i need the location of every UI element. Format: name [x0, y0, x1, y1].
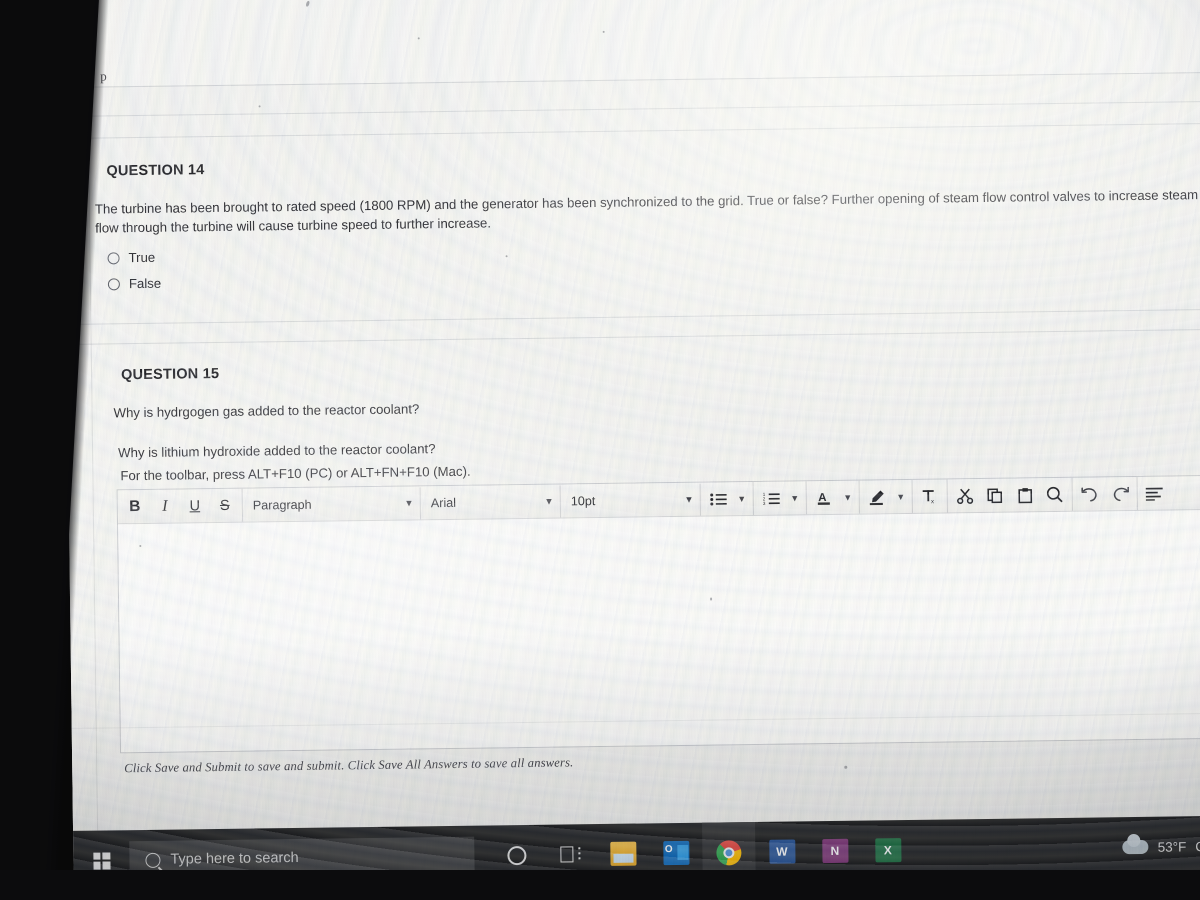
chevron-down-icon: ▾ — [406, 497, 412, 510]
chevron-down-icon: ▾ — [546, 495, 552, 508]
divider-q15-top — [66, 328, 1200, 345]
text-color-icon[interactable]: A — [809, 481, 839, 513]
radio-button-false[interactable] — [107, 277, 120, 290]
cloud-icon — [1122, 839, 1149, 855]
photographed-screen: p QUESTION 14 The turbine has been broug… — [0, 0, 1200, 900]
lms-exam-page: p QUESTION 14 The turbine has been broug… — [62, 0, 1200, 831]
save-instructions: Click Save and Submit to save and submit… — [124, 755, 574, 776]
divider-above-q14 — [63, 100, 1200, 117]
toolbar-group-highlight: ▾ — [859, 479, 913, 514]
taskbar-app-icons: W N X — [490, 820, 915, 886]
copy-icon[interactable] — [980, 479, 1010, 511]
excel-icon: X — [874, 838, 902, 863]
paragraph-style-select[interactable]: Paragraph ▾ — [242, 486, 422, 522]
svg-text:A: A — [818, 492, 826, 504]
chrome-icon — [716, 839, 742, 866]
word-icon: W — [768, 839, 796, 864]
paste-icon[interactable] — [1010, 479, 1040, 511]
svg-text:x: x — [931, 499, 934, 505]
cortana-button[interactable] — [490, 825, 544, 886]
question-15-label: QUESTION 15 — [120, 365, 220, 384]
bulleted-list-icon[interactable] — [703, 483, 733, 515]
paragraph-style-value: Paragraph — [252, 497, 312, 513]
toolbar-group-bulleted-list: ▾ — [700, 481, 754, 516]
find-icon[interactable] — [1040, 478, 1070, 510]
answer-option-true[interactable]: True — [107, 250, 160, 266]
font-family-value: Arial — [430, 495, 457, 510]
onenote-icon: N — [821, 838, 849, 864]
weather-condition: Cloudy — [1195, 838, 1200, 854]
toolbar-group-clipboard — [947, 477, 1073, 513]
divider-q14-bottom — [66, 308, 1200, 325]
monitor-screen: p QUESTION 14 The turbine has been broug… — [62, 0, 1200, 891]
highlighter-icon[interactable] — [862, 481, 892, 513]
toolbar-group-text-color: A ▾ — [806, 480, 860, 515]
task-view-button[interactable] — [543, 824, 597, 885]
cut-icon[interactable] — [950, 480, 980, 512]
excel-button[interactable]: X — [861, 820, 915, 881]
question-block-15: QUESTION 15 Why is hydrgogen gas added t… — [67, 353, 1200, 483]
chrome-button[interactable] — [702, 822, 756, 883]
outlook-button[interactable] — [649, 823, 703, 884]
svg-text:3: 3 — [762, 501, 765, 506]
weather-temperature: 53°F — [1157, 838, 1187, 855]
question-block-14: QUESTION 14 The turbine has been brought… — [64, 149, 1200, 291]
taskbar-search-placeholder: Type here to search — [170, 849, 299, 868]
answer-option-false[interactable]: False — [107, 275, 162, 292]
chevron-down-icon[interactable]: ▾ — [733, 483, 751, 515]
font-size-value: 10pt — [570, 493, 596, 508]
font-size-select[interactable]: 10pt ▾ — [560, 483, 701, 518]
word-button[interactable]: W — [755, 821, 809, 882]
windows-logo-icon — [92, 851, 111, 870]
chevron-down-icon: ▾ — [686, 493, 692, 506]
toolbar-group-history — [1072, 476, 1138, 511]
question-15-text-line-1: Why is hydrgogen gas added to the reacto… — [113, 401, 420, 421]
task-view-icon — [559, 846, 580, 863]
chevron-down-icon[interactable]: ▾ — [786, 482, 804, 514]
chevron-down-icon[interactable]: ▾ — [892, 480, 910, 512]
cortana-icon — [507, 845, 527, 865]
font-family-select[interactable]: Arial ▾ — [420, 485, 561, 519]
previous-question-fragment: p — [86, 0, 1200, 88]
answer-option-false-label: False — [128, 275, 162, 292]
file-explorer-button[interactable] — [596, 823, 650, 884]
taskbar-search-input[interactable]: Type here to search — [129, 836, 475, 880]
toolbar-group-style: B I U S — [117, 488, 244, 524]
numbered-list-icon[interactable]: 1 2 3 — [756, 482, 786, 514]
rich-text-editor: B I U S Paragraph ▾ Arial ▾ 10pt ▾ ▾ 1 2… — [116, 474, 1200, 754]
radio-button-true[interactable] — [107, 251, 120, 264]
undo-icon[interactable] — [1075, 478, 1105, 510]
underline-button[interactable]: U — [180, 490, 210, 522]
weather-widget[interactable]: 53°F Cloudy — [1122, 838, 1200, 855]
question-14-text: The turbine has been brought to rated sp… — [94, 187, 1199, 236]
file-explorer-icon — [609, 841, 637, 866]
align-icon[interactable] — [1140, 477, 1170, 509]
start-button[interactable] — [73, 830, 130, 891]
divider-q14-top — [63, 122, 1200, 139]
toolbar-group-numbered-list: 1 2 3 ▾ — [753, 481, 807, 515]
chevron-down-icon[interactable]: ▾ — [839, 481, 857, 513]
redo-icon[interactable] — [1105, 478, 1135, 510]
search-icon — [145, 852, 161, 868]
bold-button[interactable]: B — [120, 490, 150, 522]
stray-glyph: p — [100, 68, 107, 84]
clear-formatting-icon[interactable]: x — [915, 480, 945, 512]
toolbar-group-clear-format: x — [912, 479, 948, 513]
question-14-label: QUESTION 14 — [106, 162, 205, 180]
outlook-icon — [662, 840, 690, 866]
italic-button[interactable]: I — [150, 490, 180, 522]
toolbar-group-align — [1138, 477, 1172, 510]
onenote-button[interactable]: N — [808, 821, 862, 882]
layout-rule-left — [85, 0, 99, 831]
strikethrough-button[interactable]: S — [210, 489, 240, 521]
answer-option-true-label: True — [128, 249, 156, 266]
